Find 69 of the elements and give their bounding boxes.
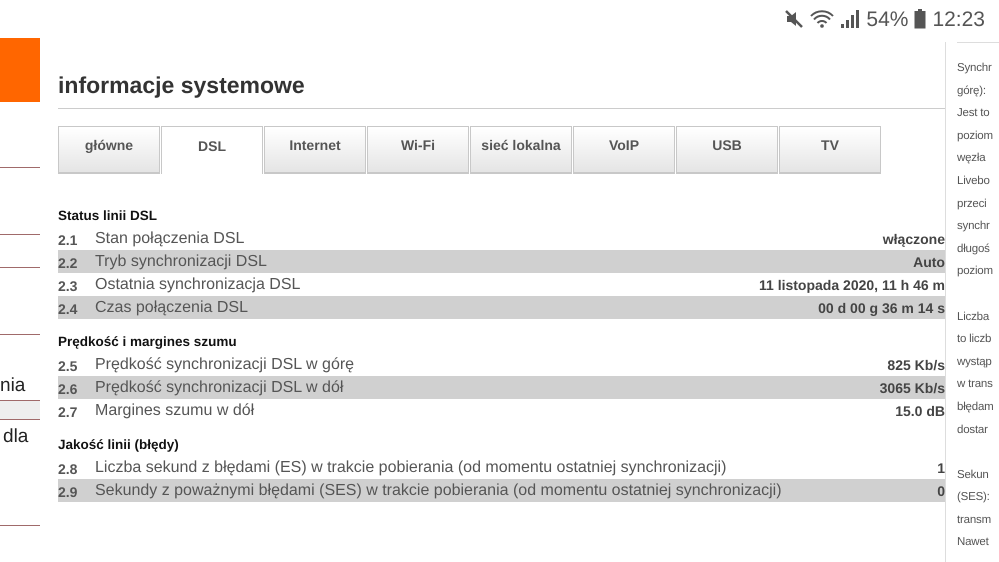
help-text-line: w trans — [957, 377, 994, 392]
row-label: Stan połączenia DSL — [95, 230, 246, 248]
row-value: 1 — [937, 460, 945, 476]
row-label: Ostatnia synchronizacja DSL — [95, 276, 302, 294]
row-number: 2.2 — [58, 254, 78, 270]
section-heading: Jakość linii (błędy) — [58, 436, 180, 454]
help-text-line: Synchr — [957, 61, 993, 76]
row-label: Prędkość synchronizacji DSL w górę — [95, 356, 356, 374]
row-value: 15.0 dB — [895, 402, 945, 418]
menu-item[interactable]: nia — [0, 375, 26, 397]
tab[interactable]: DSL — [161, 126, 263, 174]
wifi-icon — [810, 9, 834, 29]
row-number: 2.5 — [58, 356, 78, 374]
section-heading: Status linii DSL — [58, 207, 158, 225]
row-value: 0 — [937, 482, 945, 498]
row-label: Sekundy z poważnymi błędami (SES) w trakcie pobierania (od momentu ostatniej synchronizacji) — [95, 482, 783, 500]
row-label: Czas połączenia DSL — [95, 298, 249, 316]
help-text-line: błędam — [957, 400, 995, 415]
help-text-line: Liczba — [957, 310, 990, 325]
help-text-line: przeci — [957, 196, 988, 212]
help-text-line: synchr — [957, 219, 991, 234]
row-value: 825 Kb/s — [887, 356, 945, 372]
tab[interactable]: sieć lokalna — [470, 126, 572, 174]
row-label: Tryb synchronizacji DSL — [95, 252, 268, 270]
tab[interactable]: główne — [58, 126, 160, 174]
tab[interactable]: Internet — [264, 126, 366, 174]
help-text-line: transm — [957, 512, 992, 528]
help-text-line: poziom — [957, 128, 994, 144]
row-label: Margines szumu w dół — [95, 402, 256, 420]
signal-icon — [840, 9, 860, 29]
menu-item[interactable]: dla — [0, 426, 40, 448]
row-number: 2.3 — [58, 276, 78, 294]
row-value: 11 listopada 2020, 11 h 46 m — [759, 276, 945, 292]
help-text-line: Jest to — [957, 106, 990, 122]
help-text-line: górę): — [957, 84, 987, 99]
mute-icon — [784, 9, 804, 29]
clock: 12:23 — [932, 8, 985, 30]
tab[interactable]: VoIP — [573, 126, 675, 174]
row-label: Liczba sekund z błędami (ES) w trakcie pobierania (od momentu ostatniej synchronizacji) — [95, 458, 728, 476]
row-value: włączone — [882, 230, 945, 246]
section-heading: Prędkość i margines szumu — [58, 333, 238, 351]
row-value: 00 d 00 g 36 m 14 s — [818, 300, 945, 316]
help-text-line: to liczb — [957, 332, 992, 348]
help-text-line: poziom — [957, 264, 994, 280]
help-text-line: wystąp — [957, 354, 993, 370]
row-number: 2.9 — [58, 482, 78, 500]
battery-icon — [914, 9, 926, 29]
help-text-line: Sekun — [957, 468, 990, 483]
row-number: 2.1 — [58, 230, 78, 248]
tab[interactable]: USB — [676, 126, 778, 174]
row-number: 2.7 — [58, 402, 78, 420]
help-text-line: długoś — [957, 242, 991, 257]
row-value: Auto — [913, 254, 945, 270]
row-label: Prędkość synchronizacji DSL w dół — [95, 378, 344, 396]
tab[interactable]: Wi-Fi — [367, 126, 469, 174]
battery-percentage: 54% — [866, 8, 908, 30]
help-text-line: (SES): — [957, 490, 991, 506]
row-number: 2.4 — [58, 300, 78, 316]
row-number: 2.6 — [58, 380, 78, 396]
page-title: informacje systemowe — [58, 71, 306, 100]
help-text-line: Livebo — [957, 174, 991, 189]
row-value: 3065 Kb/s — [880, 380, 945, 396]
row-number: 2.8 — [58, 460, 78, 476]
menu-item-highlight — [0, 401, 40, 420]
help-text-line: Nawet — [957, 535, 990, 550]
help-text-line: dostar — [957, 422, 989, 438]
tab[interactable]: TV — [779, 126, 881, 174]
help-text-line: węzła — [957, 151, 987, 166]
logo-block — [0, 38, 40, 102]
